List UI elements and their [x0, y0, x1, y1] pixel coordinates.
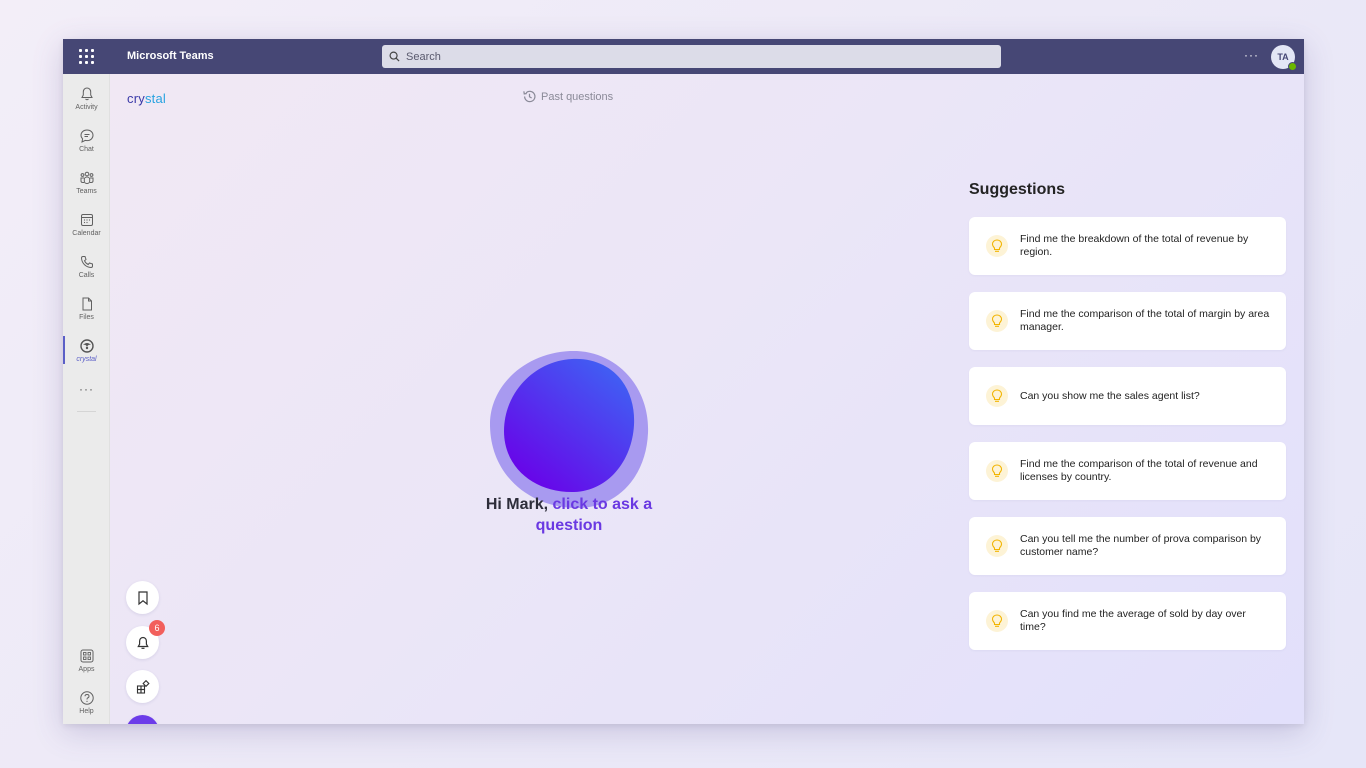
suggestion-text: Can you show me the sales agent list?: [1020, 389, 1200, 402]
phone-icon: [80, 255, 93, 268]
rail-item-activity[interactable]: Activity: [63, 78, 110, 118]
lightbulb-icon: [986, 460, 1008, 482]
bookmark-icon: [137, 590, 148, 605]
profile-button[interactable]: [126, 715, 159, 724]
crystal-logo: crystal: [127, 91, 166, 106]
suggestion-text: Find me the comparison of the total of r…: [1020, 458, 1258, 483]
notifications-button[interactable]: 6: [126, 620, 165, 659]
rail-label: Chat: [79, 145, 94, 153]
bookmark-button[interactable]: [126, 581, 159, 614]
rail-item-files[interactable]: Files: [63, 288, 110, 328]
suggestion-card[interactable]: Can you tell me the number of prova comp…: [969, 517, 1286, 575]
more-options-button[interactable]: ···: [1244, 39, 1259, 74]
rail-item-calendar[interactable]: Calendar: [63, 204, 110, 244]
rail-item-apps[interactable]: Apps: [63, 640, 110, 680]
chat-icon: [79, 128, 94, 143]
presence-available-icon: [1288, 62, 1297, 71]
lightbulb-icon: [986, 535, 1008, 557]
teams-window: Microsoft Teams ··· TA Activity: [63, 39, 1304, 724]
search-box[interactable]: [382, 45, 1001, 68]
past-questions-button[interactable]: Past questions: [522, 89, 613, 104]
greeting-name: Hi Mark: [485, 496, 544, 513]
rail-label: Apps: [78, 665, 95, 673]
avatar-initials: TA: [1277, 52, 1289, 62]
crystal-icon: [79, 338, 94, 353]
rail-item-help[interactable]: Help: [63, 682, 110, 722]
history-icon: [523, 90, 536, 103]
past-questions-label: Past questions: [541, 90, 614, 103]
ask-question-orb[interactable]: [489, 350, 650, 511]
rail-divider: [77, 411, 96, 412]
suggestion-card[interactable]: Find me the breakdown of the total of re…: [969, 217, 1286, 275]
greeting: Hi Mark, click to ask a question: [485, 496, 653, 534]
crystal-main-panel: crystal Past questions Hi Mark, click to…: [110, 74, 1304, 724]
suggestion-card[interactable]: Can you show me the sales agent list?: [969, 367, 1286, 425]
lightbulb-icon: [986, 385, 1008, 407]
widgets-icon: [136, 679, 150, 694]
top-bar: Microsoft Teams ··· TA: [63, 39, 1304, 74]
app-launcher-button[interactable]: [63, 39, 110, 74]
rail-item-calls[interactable]: Calls: [63, 246, 110, 286]
rail-label: Calendar: [72, 229, 101, 237]
help-icon: [79, 690, 94, 705]
suggestion-text: Find me the breakdown of the total of re…: [1020, 233, 1249, 258]
lightbulb-icon: [986, 610, 1008, 632]
suggestion-text: Can you tell me the number of prova comp…: [1020, 533, 1262, 558]
notification-count-badge: 6: [149, 620, 165, 636]
waffle-icon: [79, 49, 94, 64]
user-avatar[interactable]: TA: [1271, 45, 1297, 71]
app-title: Microsoft Teams: [127, 50, 214, 62]
lightbulb-icon: [986, 235, 1008, 257]
rail-label: Files: [79, 313, 94, 321]
ask-question-link[interactable]: click to ask a question: [536, 496, 653, 534]
file-icon: [82, 297, 92, 310]
suggestion-card[interactable]: Can you find me the average of sold by d…: [969, 592, 1286, 650]
apps-icon: [80, 649, 93, 662]
rail-label: Help: [79, 707, 94, 715]
suggestion-card[interactable]: Find me the comparison of the total of r…: [969, 442, 1286, 500]
orb-icon: [489, 350, 649, 509]
suggestions-title: Suggestions: [969, 181, 1066, 198]
bell-icon: [80, 86, 93, 100]
search-icon: [389, 51, 400, 62]
widgets-button[interactable]: [126, 670, 159, 703]
rail-label: crystal: [76, 355, 97, 363]
app-rail: Activity Chat Teams Calendar Calls Files…: [63, 74, 110, 724]
bell-icon: [136, 636, 149, 649]
lightbulb-icon: [986, 310, 1008, 332]
calendar-icon: [80, 213, 93, 226]
search-input[interactable]: [406, 50, 966, 63]
rail-label: Teams: [76, 187, 97, 195]
rail-item-chat[interactable]: Chat: [63, 120, 110, 160]
rail-item-teams[interactable]: Teams: [63, 162, 110, 202]
suggestion-text: Can you find me the average of sold by d…: [1020, 608, 1246, 633]
rail-label: Activity: [75, 103, 98, 111]
rail-label: Calls: [78, 271, 95, 279]
teams-icon: [80, 171, 93, 184]
rail-more-button[interactable]: ···: [63, 382, 110, 396]
suggestion-card[interactable]: Find me the comparison of the total of m…: [969, 292, 1286, 350]
suggestion-text: Find me the comparison of the total of m…: [1020, 308, 1270, 333]
rail-item-crystal[interactable]: crystal: [63, 330, 110, 370]
